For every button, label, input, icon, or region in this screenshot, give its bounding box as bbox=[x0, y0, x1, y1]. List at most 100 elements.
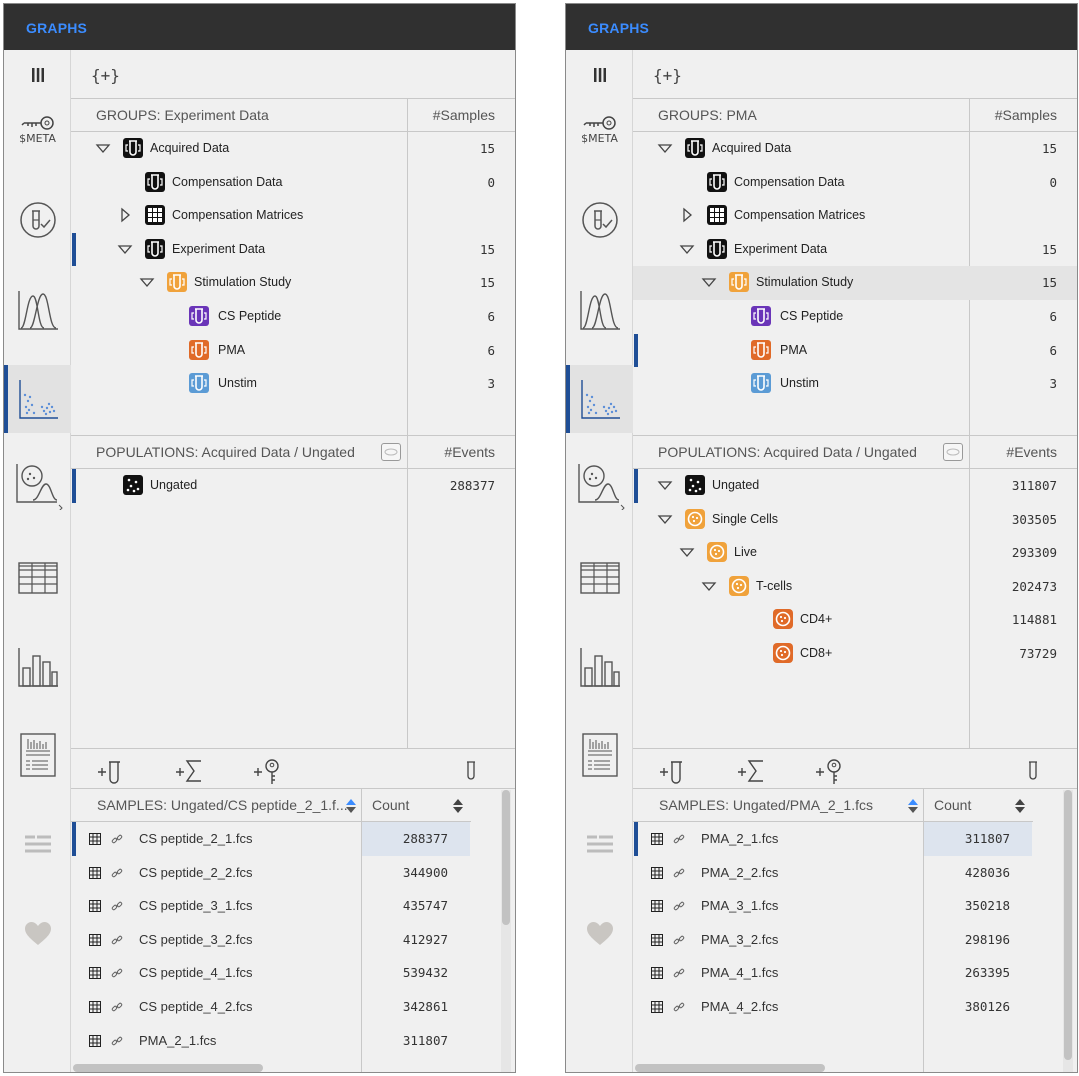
population-row[interactable]: Ungated 311807 bbox=[633, 469, 1077, 503]
samples-header-cell[interactable]: SAMPLES: Ungated/CS peptide_2_1.f... bbox=[71, 788, 361, 821]
columns-button[interactable] bbox=[4, 58, 71, 92]
population-plot-button[interactable] bbox=[566, 455, 633, 515]
table-grid-icon[interactable] bbox=[89, 967, 101, 980]
population-row[interactable]: CD4+ 114881 bbox=[633, 603, 1077, 637]
group-row[interactable]: Compensation Data 0 bbox=[633, 166, 1077, 200]
table-grid-icon[interactable] bbox=[89, 1034, 101, 1047]
add-keyword-icon[interactable] bbox=[253, 758, 281, 786]
group-row[interactable]: PMA 6 bbox=[71, 334, 515, 368]
add-sample-icon[interactable] bbox=[97, 758, 123, 784]
table-grid-icon[interactable] bbox=[651, 967, 663, 980]
histogram-overlay-button[interactable] bbox=[4, 280, 71, 340]
expand-toggle-icon[interactable] bbox=[657, 140, 673, 156]
delete-sample-icon[interactable] bbox=[1027, 758, 1039, 780]
sample-row[interactable]: PMA_2_2.fcs 428036 bbox=[633, 856, 1033, 890]
population-row[interactable]: Live 293309 bbox=[633, 536, 1077, 570]
table-grid-icon[interactable] bbox=[89, 900, 101, 913]
population-row[interactable]: CD8+ 73729 bbox=[633, 637, 1077, 671]
table-grid-icon[interactable] bbox=[89, 833, 101, 845]
delete-sample-icon[interactable] bbox=[465, 758, 477, 780]
sort-icon[interactable] bbox=[345, 798, 357, 814]
table-grid-icon[interactable] bbox=[89, 866, 101, 879]
sample-check-button[interactable] bbox=[566, 195, 633, 245]
group-row[interactable]: Experiment Data 15 bbox=[633, 233, 1077, 267]
sample-row[interactable]: PMA_2_1.fcs 311807 bbox=[633, 822, 1033, 856]
add-statistic-icon[interactable] bbox=[737, 758, 765, 784]
favorites-button[interactable] bbox=[4, 912, 71, 956]
group-row[interactable]: Stimulation Study 15 bbox=[633, 266, 1077, 300]
samples-header-cell[interactable]: SAMPLES: Ungated/PMA_2_1.fcs bbox=[633, 788, 923, 821]
bar-chart-button[interactable] bbox=[566, 642, 633, 692]
bar-chart-button[interactable] bbox=[4, 642, 71, 692]
population-row[interactable]: T-cells 202473 bbox=[633, 570, 1077, 604]
lines-button[interactable] bbox=[4, 822, 71, 866]
meta-button[interactable]: $META bbox=[566, 105, 633, 155]
populations-toggle-button[interactable] bbox=[943, 443, 963, 461]
population-row[interactable]: Ungated 288377 bbox=[71, 469, 515, 503]
expand-toggle-icon[interactable] bbox=[701, 274, 717, 290]
sample-row[interactable]: CS peptide_2_2.fcs 344900 bbox=[71, 856, 471, 890]
count-header-cell[interactable]: Count bbox=[924, 788, 1034, 821]
sort-icon[interactable] bbox=[907, 798, 919, 814]
add-keyword-icon[interactable] bbox=[815, 758, 843, 786]
columns-button[interactable] bbox=[566, 58, 633, 92]
group-row[interactable]: Stimulation Study 15 bbox=[71, 266, 515, 300]
group-row[interactable]: Compensation Data 0 bbox=[71, 166, 515, 200]
table-grid-icon[interactable] bbox=[651, 833, 663, 845]
group-row[interactable]: Acquired Data 15 bbox=[633, 132, 1077, 166]
lines-button[interactable] bbox=[566, 822, 633, 866]
group-row[interactable]: Unstim 3 bbox=[71, 367, 515, 401]
group-row[interactable]: CS Peptide 6 bbox=[633, 300, 1077, 334]
expand-toggle-icon[interactable] bbox=[657, 511, 673, 527]
sort-icon[interactable] bbox=[452, 798, 464, 814]
expand-toggle-icon[interactable] bbox=[679, 544, 695, 560]
scrollbar-thumb[interactable] bbox=[502, 790, 510, 925]
expand-toggle-icon[interactable] bbox=[117, 207, 133, 223]
sample-row[interactable]: CS peptide_4_2.fcs 342861 bbox=[71, 990, 471, 1024]
sample-row[interactable]: PMA_3_1.fcs 350218 bbox=[633, 889, 1033, 923]
histogram-overlay-button[interactable] bbox=[566, 280, 633, 340]
expand-toggle-icon[interactable] bbox=[657, 477, 673, 493]
table-editor-button[interactable] bbox=[4, 553, 71, 603]
expand-toggle-icon[interactable] bbox=[679, 207, 695, 223]
table-grid-icon[interactable] bbox=[651, 933, 663, 946]
dot-plot-button[interactable] bbox=[566, 365, 633, 433]
add-statistic-icon[interactable] bbox=[175, 758, 203, 784]
population-row[interactable]: Single Cells 303505 bbox=[633, 503, 1077, 537]
group-row[interactable]: Acquired Data 15 bbox=[71, 132, 515, 166]
group-row[interactable]: Compensation Matrices bbox=[633, 199, 1077, 233]
sample-row[interactable]: PMA_2_1.fcs 311807 bbox=[71, 1024, 471, 1058]
sample-row[interactable]: PMA_3_2.fcs 298196 bbox=[633, 923, 1033, 957]
layout-editor-button[interactable] bbox=[4, 730, 71, 780]
table-editor-button[interactable] bbox=[566, 553, 633, 603]
samples-vertical-scrollbar[interactable] bbox=[1063, 790, 1073, 1072]
group-row[interactable]: Unstim 3 bbox=[633, 367, 1077, 401]
group-row[interactable]: Compensation Matrices bbox=[71, 199, 515, 233]
layout-editor-button[interactable] bbox=[566, 730, 633, 780]
group-row[interactable]: Experiment Data 15 bbox=[71, 232, 515, 267]
expand-toggle-icon[interactable] bbox=[679, 241, 695, 257]
favorites-button[interactable] bbox=[566, 912, 633, 956]
add-group-button[interactable]: {+} bbox=[653, 58, 682, 92]
samples-horizontal-scrollbar[interactable] bbox=[73, 1064, 263, 1072]
table-grid-icon[interactable] bbox=[651, 900, 663, 913]
expand-toggle-icon[interactable] bbox=[139, 274, 155, 290]
sample-row[interactable]: CS peptide_4_1.fcs 539432 bbox=[71, 956, 471, 990]
population-plot-button[interactable] bbox=[4, 455, 71, 515]
sample-row[interactable]: CS peptide_2_1.fcs 288377 bbox=[71, 822, 471, 856]
expand-toggle-icon[interactable] bbox=[95, 140, 111, 156]
sample-row[interactable]: PMA_4_1.fcs 263395 bbox=[633, 956, 1033, 990]
count-header-cell[interactable]: Count bbox=[362, 788, 472, 821]
sort-icon[interactable] bbox=[1014, 798, 1026, 814]
sample-check-button[interactable] bbox=[4, 195, 71, 245]
scrollbar-thumb[interactable] bbox=[1064, 790, 1072, 1060]
table-grid-icon[interactable] bbox=[89, 933, 101, 946]
table-grid-icon[interactable] bbox=[89, 1001, 101, 1013]
expand-toggle-icon[interactable] bbox=[117, 241, 133, 257]
samples-horizontal-scrollbar[interactable] bbox=[635, 1064, 825, 1072]
sample-row[interactable]: CS peptide_3_2.fcs 412927 bbox=[71, 923, 471, 957]
group-row[interactable]: CS Peptide 6 bbox=[71, 300, 515, 334]
add-group-button[interactable]: {+} bbox=[91, 58, 120, 92]
add-sample-icon[interactable] bbox=[659, 758, 685, 784]
expand-toggle-icon[interactable] bbox=[701, 578, 717, 594]
